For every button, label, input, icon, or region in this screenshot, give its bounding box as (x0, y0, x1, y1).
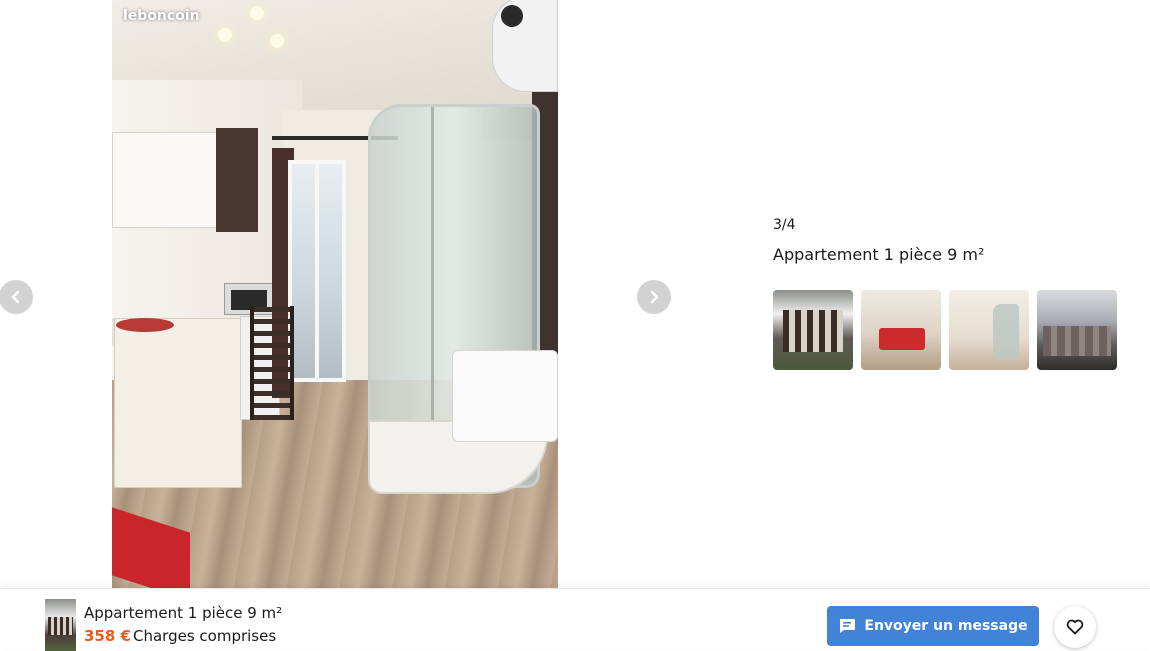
photo-dark-cabinet (216, 128, 258, 232)
photo-window (288, 160, 346, 382)
photo-folding-chairs (250, 306, 294, 420)
thumbnail-3[interactable] (949, 290, 1029, 370)
listing-title: Appartement 1 pièce 9 m² (773, 245, 985, 264)
thumbnail-4[interactable] (1037, 290, 1117, 370)
favorite-button[interactable] (1054, 606, 1096, 648)
photo-viewer: leboncoin 3/4 Appartement 1 pièce 9 m² (0, 0, 1150, 588)
photo-counter (114, 318, 242, 488)
chevron-left-icon (11, 290, 20, 304)
photo-sink (452, 350, 558, 442)
carousel-next-button[interactable] (637, 280, 671, 314)
photo-water-heater (492, 0, 558, 92)
photo-lamp (270, 34, 284, 48)
thumbnail-strip (773, 290, 1117, 370)
leboncoin-watermark: leboncoin (123, 8, 200, 24)
listing-main-photo[interactable]: leboncoin (112, 0, 558, 588)
chevron-right-icon (650, 290, 659, 304)
carousel-prev-button[interactable] (0, 280, 33, 314)
photo-upper-cabinet (112, 132, 217, 228)
photo-counter: 3/4 (773, 217, 796, 233)
send-message-label: Envoyer un message (864, 618, 1028, 634)
chat-bubble-icon (840, 619, 856, 633)
sticky-listing-bar: Appartement 1 pièce 9 m² 358 € Charges c… (0, 588, 1150, 651)
thumbnail-1[interactable] (773, 290, 853, 370)
photo-lamp (250, 6, 264, 20)
photo-pan (116, 318, 174, 332)
heart-icon (1066, 619, 1084, 635)
send-message-button[interactable]: Envoyer un message (827, 606, 1039, 646)
bar-listing-title: Appartement 1 pièce 9 m² (84, 604, 283, 622)
photo-lamp (218, 28, 232, 42)
bar-price: 358 € (84, 627, 131, 645)
thumbnail-2[interactable] (861, 290, 941, 370)
bar-charges-label: Charges comprises (133, 627, 277, 645)
listing-mini-thumbnail (45, 599, 76, 651)
